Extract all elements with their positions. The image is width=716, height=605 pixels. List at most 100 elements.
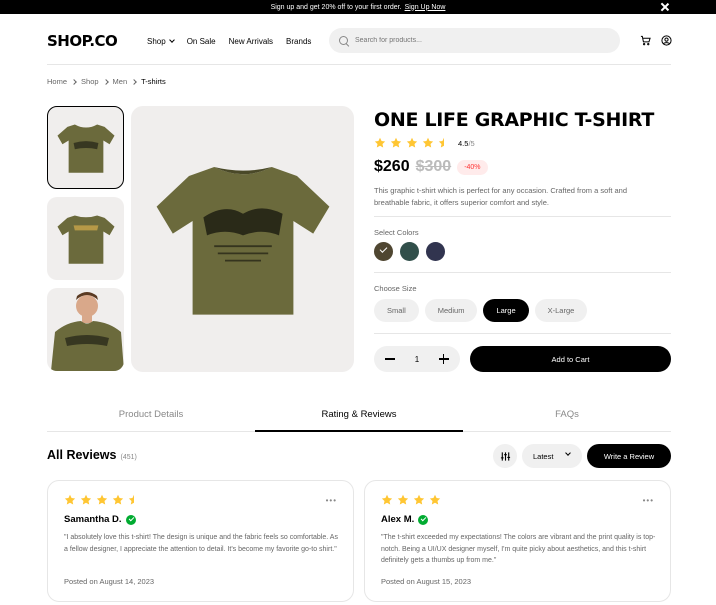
cart-icon[interactable] [640,35,651,46]
review-date: Posted on August 15, 2023 [381,577,472,586]
sign-up-link[interactable]: Sign Up Now [405,4,446,11]
size-x-large[interactable]: X-Large [534,299,588,322]
color-swatch[interactable] [426,242,445,261]
discount-badge: -40% [457,159,488,175]
reviewer-name-text: Samantha D. [64,514,122,525]
announcement-bar: Sign up and get 20% off to your first or… [0,0,716,14]
star-icon [381,494,393,505]
info-divider [374,272,671,273]
rating-text: 4.5/5 [458,139,475,148]
breadcrumb-men[interactable]: Men [113,77,128,86]
current-price: $260 [374,158,410,175]
nav-on-sale[interactable]: On Sale [187,37,216,46]
breadcrumb-home[interactable]: Home [47,77,67,86]
sort-dropdown[interactable]: Latest [522,444,582,468]
rating-denominator: /5 [468,138,475,148]
star-icon [80,494,92,505]
thumbnail-model[interactable] [47,288,124,371]
info-divider [374,333,671,334]
verified-icon [418,514,429,525]
color-swatch[interactable] [400,242,419,261]
add-to-cart-button[interactable]: Add to Cart [470,346,671,372]
color-options [374,242,445,261]
review-date: Posted on August 14, 2023 [64,577,155,586]
star-icon [406,137,418,148]
info-divider [374,216,671,217]
tab-rating-reviews[interactable]: Rating & Reviews [255,401,463,432]
product-title: ONE LIFE GRAPHIC T-SHIRT [374,109,655,131]
color-swatch[interactable] [374,242,393,261]
account-icon[interactable] [661,35,672,46]
star-icon [128,494,134,505]
product-tabs: Product Details Rating & Reviews FAQs [47,401,671,432]
star-icon [422,137,434,148]
star-icon [413,494,425,505]
check-icon [379,245,388,253]
size-options: Small Medium Large X-Large [374,299,588,322]
product-description: This graphic t-shirt which is perfect fo… [374,186,628,207]
review-card: ••• Alex M. "The t-shirt exceeded my exp… [364,480,671,602]
price-row: $260 $300 -40% [374,158,488,176]
search-icon [339,35,349,46]
chevron-down-icon [565,450,571,456]
review-text: "The t-shirt exceeded my expectations! T… [381,534,656,564]
nav-new-arrivals[interactable]: New Arrivals [229,37,273,46]
tshirt-back-thumb [56,214,115,264]
breadcrumb-current: T-shirts [141,77,166,86]
thumbnail-back[interactable] [47,197,124,280]
write-review-button[interactable]: Write a Review [587,444,671,468]
chevron-right-icon [131,78,137,85]
size-medium[interactable]: Medium [424,299,478,322]
review-card: ••• Samantha D. "I absolutely love this … [47,480,354,602]
more-options-icon[interactable]: ••• [326,496,337,505]
more-options-icon[interactable]: ••• [643,496,654,505]
verified-icon [125,514,136,525]
plus-icon[interactable] [438,353,450,365]
thumbnail-front[interactable] [47,106,124,189]
tab-faqs[interactable]: FAQs [463,401,671,431]
minus-icon[interactable] [384,353,396,365]
filter-button[interactable] [493,444,517,468]
reviews-count: (451) [120,454,137,461]
quantity-value: 1 [414,354,420,364]
chevron-down-icon [168,37,175,43]
star-icon [374,137,386,148]
search-input[interactable] [355,37,595,44]
review-stars [381,494,441,506]
reviewer-name: Alex M. [381,514,429,525]
star-icon [96,494,108,505]
review-stars [64,494,140,506]
model-photo [51,292,124,371]
breadcrumb-shop[interactable]: Shop [81,77,99,86]
nav-shop-label: Shop [147,36,166,46]
size-label: Choose Size [374,284,417,293]
review-text: "I absolutely love this t-shirt! The des… [64,534,338,553]
announcement-text: Sign up and get 20% off to your first or… [270,3,402,11]
reviews-title: All Reviews [47,448,117,462]
star-icon [429,494,441,505]
sliders-icon [500,451,510,461]
chevron-right-icon [71,78,77,85]
star-icon [390,137,402,148]
product-rating: 4.5/5 [374,137,475,149]
colors-label: Select Colors [374,228,419,237]
main-nav: Shop On Sale New Arrivals Brands [147,37,311,46]
reviews-heading: All Reviews (451) [47,448,137,462]
header-divider [47,64,671,65]
close-icon[interactable] [660,2,670,12]
original-price: $300 [415,158,452,175]
logo[interactable]: SHOP.CO [47,32,147,50]
reviewer-name-text: Alex M. [381,514,415,525]
quantity-stepper: 1 [374,346,460,372]
size-small[interactable]: Small [374,299,419,322]
reviewer-name: Samantha D. [64,514,136,525]
search-bar [329,28,620,53]
star-icon [397,494,409,505]
nav-shop[interactable]: Shop [147,36,175,46]
tab-product-details[interactable]: Product Details [47,401,255,431]
nav-brands[interactable]: Brands [286,37,311,46]
breadcrumb: Home Shop Men T-shirts [47,77,166,86]
main-product-image [131,106,354,372]
chevron-right-icon [102,78,109,85]
size-large[interactable]: Large [483,299,529,322]
